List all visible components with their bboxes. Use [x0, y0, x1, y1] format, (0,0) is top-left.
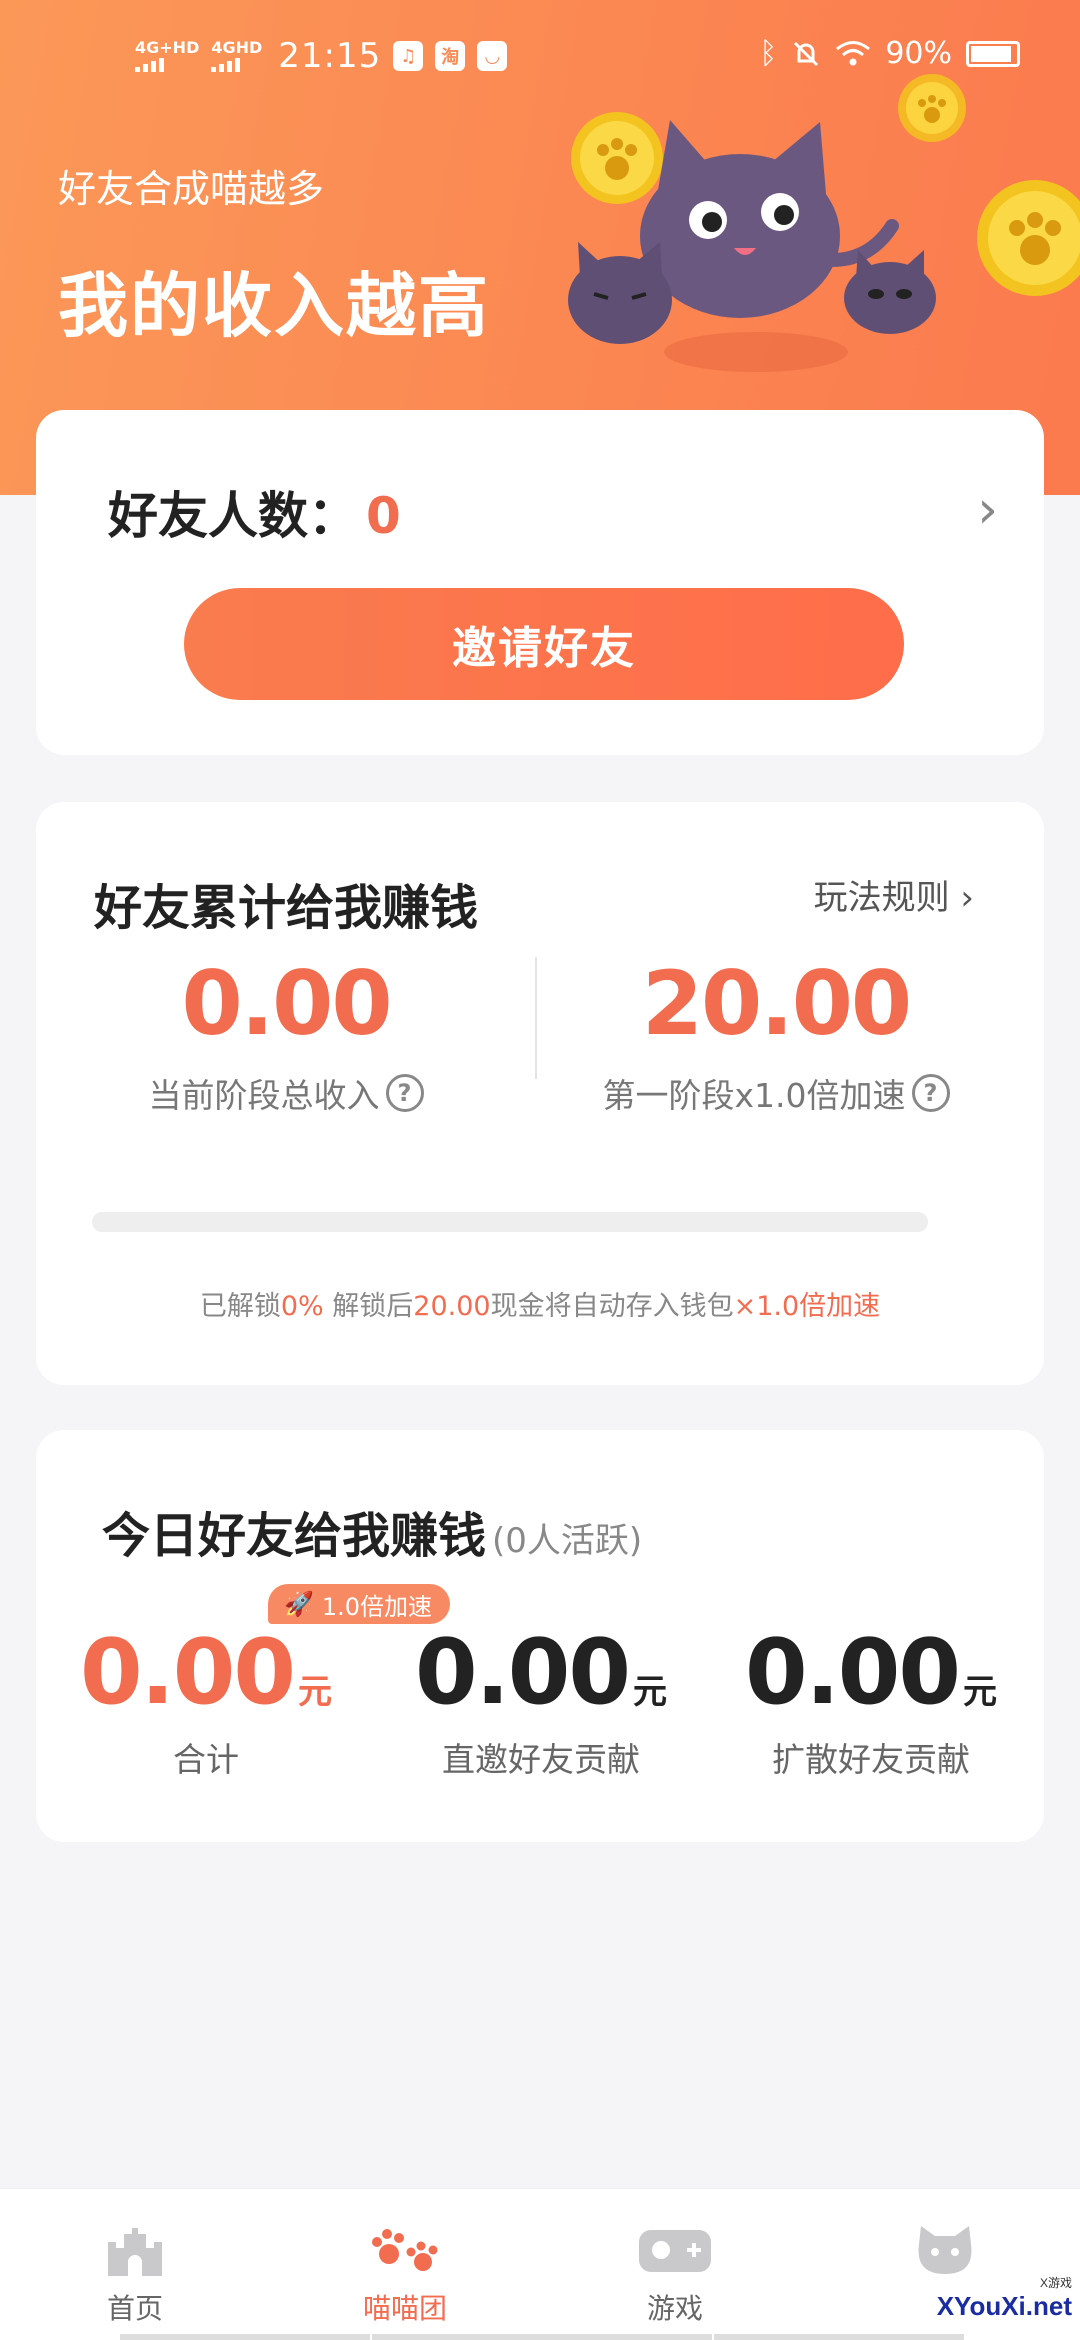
- signal-indicator-2: 4GHD: [211, 40, 262, 72]
- spread-contribution-value: 0.00: [744, 1620, 961, 1725]
- active-friends-note: (0人活跃): [492, 1521, 643, 1561]
- today-title: 今日好友给我赚钱 (0人活跃): [102, 1508, 643, 1564]
- unlock-progress-bar: [92, 1212, 928, 1232]
- cumulative-earnings-card: 好友累计给我赚钱 玩法规则 › 0.00 当前阶段总收入? 20.00 第一阶段…: [36, 802, 1044, 1385]
- mute-bell-icon: [794, 41, 819, 66]
- coin-icon: [898, 74, 966, 142]
- chevron-right-icon[interactable]: ›: [977, 480, 998, 540]
- unlock-note: 已解锁0% 解锁后20.00现金将自动存入钱包×1.0倍加速: [199, 1291, 881, 1322]
- bluetooth-icon: ᛒ: [759, 36, 778, 71]
- current-income-label: 当前阶段总收入: [148, 1076, 380, 1115]
- taobao-icon: 淘: [435, 41, 466, 71]
- friend-count-value: 0: [366, 487, 401, 545]
- spread-contribution: 0.00 元 扩散好友贡献: [726, 1620, 1016, 1781]
- clock: 21:15: [278, 36, 382, 76]
- tab-games[interactable]: 游戏: [540, 2189, 810, 2340]
- stage-target-label: 第一阶段x1.0倍加速: [602, 1076, 906, 1115]
- friend-count[interactable]: 好友人数： 0: [108, 476, 401, 548]
- stage-target-value: 20.00: [641, 952, 912, 1055]
- today-total-value: 0.00: [79, 1620, 296, 1725]
- music-icon: ♫: [393, 41, 424, 71]
- cumulative-title: 好友累计给我赚钱: [94, 880, 479, 936]
- shield-app-icon: ◡: [477, 41, 508, 71]
- signal-indicator-1: 4G+HD: [135, 40, 199, 72]
- paw-icon: [372, 2229, 438, 2271]
- current-income-value: 0.00: [181, 952, 392, 1055]
- tab-miaomiao[interactable]: 喵喵团: [270, 2189, 540, 2340]
- direct-contribution: 0.00 元 直邀好友贡献: [396, 1620, 686, 1781]
- spread-contribution-label: 扩散好友贡献: [772, 1740, 970, 1779]
- cat-face-icon: [918, 2226, 972, 2274]
- wifi-icon: [836, 40, 871, 65]
- rocket-icon: 🚀: [284, 1590, 314, 1618]
- coin-icon: [571, 112, 663, 204]
- today-earnings-card: 今日好友给我赚钱 (0人活跃) 🚀 1.0倍加速 0.00 元 合计 0.00 元 直邀…: [36, 1430, 1044, 1842]
- gamepad-icon: [639, 2230, 711, 2272]
- purple-cat-icon: [844, 250, 936, 334]
- chevron-right-icon: ›: [960, 878, 974, 918]
- rules-link[interactable]: 玩法规则 ›: [814, 870, 974, 919]
- tab-home[interactable]: 首页: [0, 2189, 270, 2340]
- current-income-stat: 0.00 当前阶段总收入?: [76, 952, 496, 1117]
- boost-badge: 🚀 1.0倍加速: [268, 1584, 451, 1624]
- battery-icon: [966, 40, 1020, 67]
- bottom-tab-bar: 首页 喵喵团 游戏 X游戏 XYouXi.net: [0, 2188, 1080, 2340]
- help-icon[interactable]: ?: [385, 1074, 424, 1112]
- today-total-label: 合计: [173, 1740, 239, 1779]
- today-total: 0.00 元 合计: [66, 1620, 346, 1781]
- hero-title: 我的收入越高: [58, 265, 490, 347]
- purple-cat-icon: [568, 242, 672, 344]
- hero-subtitle: 好友合成喵越多: [58, 167, 325, 211]
- help-icon[interactable]: ?: [911, 1074, 950, 1112]
- cat-coins-illustration: [568, 74, 1080, 372]
- direct-contribution-label: 直邀好友贡献: [442, 1740, 640, 1779]
- coin-icon: [977, 180, 1080, 296]
- invite-friends-button[interactable]: 邀请好友: [184, 588, 904, 700]
- friends-card: 好友人数： 0 › 邀请好友: [36, 410, 1044, 755]
- castle-icon: [108, 2228, 162, 2276]
- battery-percent: 90%: [885, 36, 952, 71]
- watermark: X游戏 XYouXi.net: [936, 2276, 1072, 2321]
- divider: [535, 957, 537, 1079]
- stage-target-stat: 20.00 第一阶段x1.0倍加速?: [556, 952, 996, 1117]
- friend-count-label: 好友人数：: [108, 487, 358, 545]
- direct-contribution-value: 0.00: [414, 1620, 631, 1725]
